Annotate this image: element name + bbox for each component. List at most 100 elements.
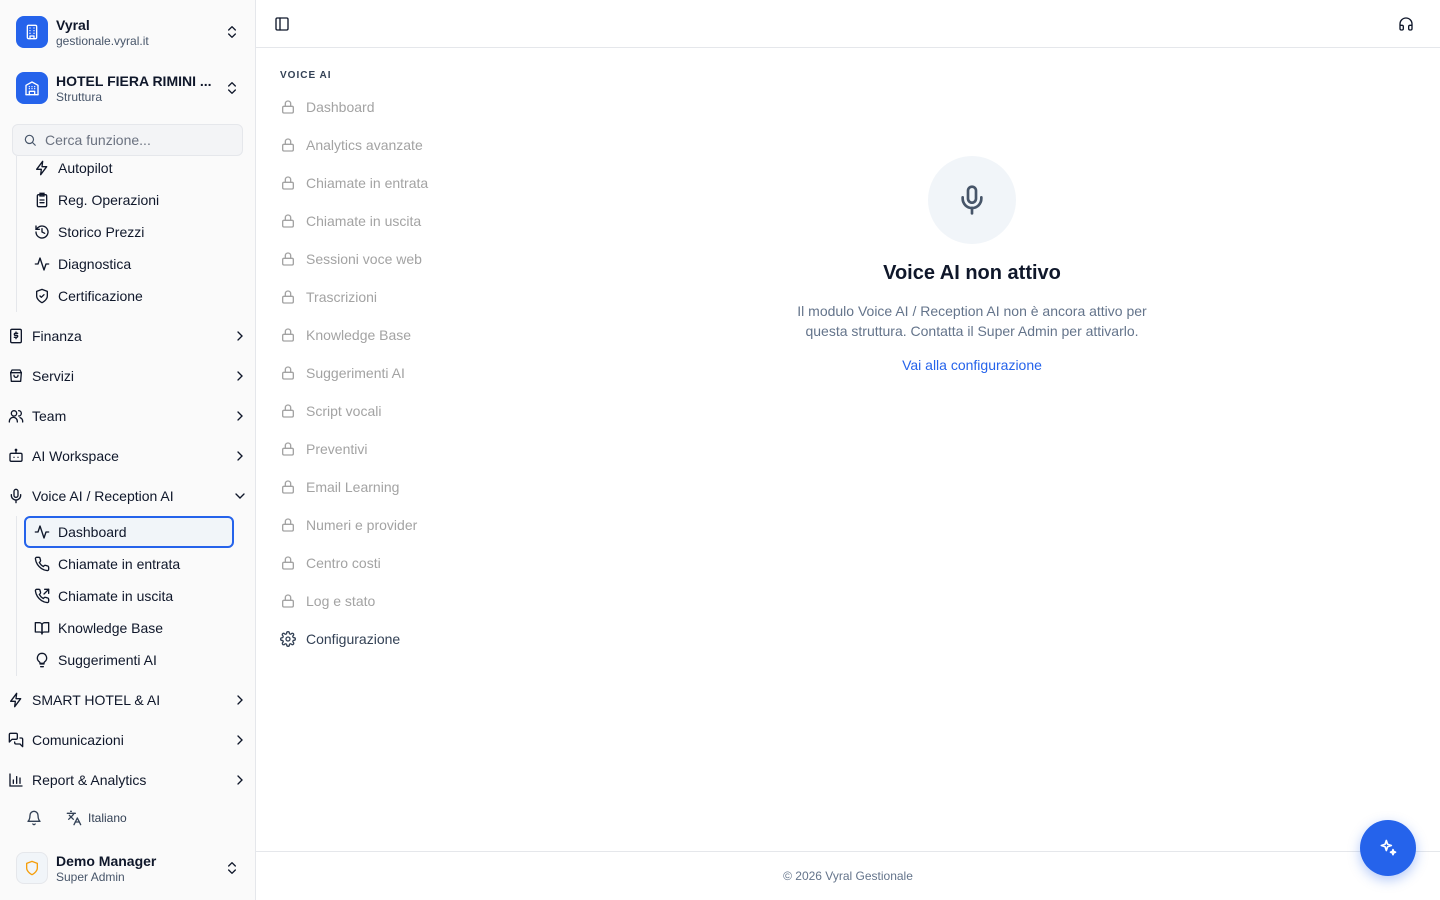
shield-check-icon — [36, 288, 48, 304]
notifications-button[interactable] — [24, 804, 44, 832]
section-item-knowledge-base[interactable]: Knowledge Base — [274, 316, 514, 354]
section-item-trascrizioni[interactable]: Trascrizioni — [274, 278, 514, 316]
sidebar-item-suggerimenti-ai[interactable]: Suggerimenti AI — [24, 644, 234, 676]
footer: © 2026 Vyral Gestionale — [256, 851, 1440, 900]
activity-icon — [34, 525, 50, 539]
section-item-script-vocali[interactable]: Script vocali — [274, 392, 514, 430]
book-icon — [34, 622, 50, 635]
sidebar-group-label: Finanza — [32, 328, 82, 344]
language-label: Italiano — [88, 811, 127, 825]
sidebar-item-certificazione[interactable]: Certificazione — [24, 280, 234, 312]
section-item-configurazione[interactable]: Configurazione — [274, 620, 514, 658]
workspace-switcher[interactable]: Vyral gestionale.vyral.it — [8, 8, 248, 56]
sidebar-item-label: Suggerimenti AI — [58, 652, 157, 668]
voice-ai-submenu: Dashboard Chiamate in entrata Chiamate i… — [16, 516, 256, 676]
lock-icon — [282, 138, 294, 152]
toggle-sidebar-button[interactable] — [268, 10, 296, 38]
section-item-preventivi[interactable]: Preventivi — [274, 430, 514, 468]
section-item-numeri-provider[interactable]: Numeri e provider — [274, 506, 514, 544]
support-button[interactable] — [1392, 10, 1420, 38]
ai-assistant-button[interactable] — [1360, 820, 1416, 876]
lock-icon — [282, 518, 294, 532]
sidebar-group-label: Servizi — [32, 368, 75, 384]
footer-copyright: © 2026 Vyral Gestionale — [783, 869, 913, 883]
section-item-chiamate-uscita[interactable]: Chiamate in uscita — [274, 202, 514, 240]
section-item-label: Preventivi — [306, 441, 368, 457]
clipboard-icon — [36, 192, 48, 208]
search-input[interactable] — [45, 132, 225, 148]
section-item-dashboard[interactable]: Dashboard — [274, 88, 514, 126]
shield-icon — [26, 860, 38, 876]
property-switcher[interactable]: HOTEL FIERA RIMINI ... Struttura — [8, 64, 248, 112]
lock-icon — [282, 442, 294, 456]
user-menu[interactable]: Demo Manager Super Admin — [8, 844, 248, 892]
bot-icon — [9, 448, 23, 462]
sidebar: Vyral gestionale.vyral.it HOTEL FIERA RI… — [0, 0, 256, 900]
sidebar-group-label: SMART HOTEL & AI — [32, 692, 161, 708]
language-button[interactable]: Italiano — [66, 804, 127, 832]
sidebar-item-label: Knowledge Base — [58, 620, 164, 636]
section-item-label: Chiamate in entrata — [306, 175, 429, 191]
sidebar-group-label: AI Workspace — [32, 448, 119, 464]
lock-icon — [282, 100, 294, 114]
receipt-icon — [10, 328, 22, 344]
section-item-centro-costi[interactable]: Centro costi — [274, 544, 514, 582]
panel-left-icon — [275, 17, 289, 31]
phone-outgoing-icon — [34, 588, 50, 604]
search-box[interactable] — [12, 124, 243, 156]
section-item-analytics[interactable]: Analytics avanzate — [274, 126, 514, 164]
building-icon — [16, 16, 48, 48]
section-item-label: Dashboard — [306, 99, 375, 115]
lock-icon — [282, 290, 294, 304]
sidebar-group-voice-ai[interactable]: Voice AI / Reception AI — [0, 476, 256, 516]
sidebar-group-team[interactable]: Team — [0, 396, 256, 436]
mic-icon — [10, 488, 22, 504]
sidebar-item-autopilot[interactable]: Autopilot — [24, 156, 234, 184]
empty-state-description: Il modulo Voice AI / Reception AI non è … — [797, 303, 1147, 339]
users-icon — [8, 410, 24, 423]
sidebar-group-report[interactable]: Report & Analytics — [0, 760, 256, 796]
sidebar-group-ai-workspace[interactable]: AI Workspace — [0, 436, 256, 476]
sidebar-item-label: Storico Prezzi — [58, 224, 145, 240]
section-item-label: Log e stato — [306, 593, 376, 609]
section-item-label: Chiamate in uscita — [306, 213, 422, 229]
sidebar-item-chiamate-entrata[interactable]: Chiamate in entrata — [24, 548, 234, 580]
section-item-label: Script vocali — [306, 403, 382, 419]
sidebar-nav: Autopilot Reg. Operazioni Storico Prezzi… — [0, 156, 256, 796]
sidebar-item-label: Chiamate in uscita — [58, 588, 174, 604]
empty-state: Voice AI non attivo Il modulo Voice AI /… — [772, 156, 1172, 375]
sidebar-item-diagnostica[interactable]: Diagnostica — [24, 248, 234, 280]
sidebar-item-label: Dashboard — [58, 524, 127, 540]
section-item-email-learning[interactable]: Email Learning — [274, 468, 514, 506]
sidebar-item-reg-operazioni[interactable]: Reg. Operazioni — [24, 184, 234, 216]
sidebar-group-label: Team — [32, 408, 67, 424]
chevron-right-icon — [237, 735, 243, 745]
property-name: HOTEL FIERA RIMINI ... — [56, 72, 212, 89]
section-item-suggerimenti[interactable]: Suggerimenti AI — [274, 354, 514, 392]
section-item-label: Sessioni voce web — [306, 251, 422, 267]
sidebar-item-storico-prezzi[interactable]: Storico Prezzi — [24, 216, 234, 248]
section-item-chiamate-entrata[interactable]: Chiamate in entrata — [274, 164, 514, 202]
avatar — [16, 852, 48, 884]
sidebar-item-dashboard[interactable]: Dashboard — [24, 516, 234, 548]
section-item-log-stato[interactable]: Log e stato — [274, 582, 514, 620]
sidebar-group-smart-hotel[interactable]: SMART HOTEL & AI — [0, 680, 256, 720]
gear-icon — [280, 631, 296, 647]
section-item-label: Analytics avanzate — [306, 137, 423, 153]
chevron-right-icon — [237, 411, 243, 421]
user-role: Super Admin — [56, 869, 125, 884]
user-name: Demo Manager — [56, 852, 157, 869]
sidebar-group-finanza[interactable]: Finanza — [0, 316, 256, 356]
section-item-sessioni-voce[interactable]: Sessioni voce web — [274, 240, 514, 278]
sidebar-group-servizi[interactable]: Servizi — [0, 356, 256, 396]
bar-chart-icon — [9, 773, 23, 787]
sidebar-item-chiamate-uscita[interactable]: Chiamate in uscita — [24, 580, 234, 612]
sidebar-group-comunicazioni[interactable]: Comunicazioni — [0, 720, 256, 760]
sidebar-group-label: Report & Analytics — [32, 772, 147, 788]
section-nav-title: VOICE AI — [280, 70, 332, 81]
configuration-link[interactable]: Vai alla configurazione — [902, 357, 1042, 373]
sidebar-group-label: Voice AI / Reception AI — [32, 488, 174, 504]
sidebar-item-knowledge-base[interactable]: Knowledge Base — [24, 612, 234, 644]
chevron-right-icon — [237, 371, 243, 381]
lock-icon — [282, 252, 294, 266]
